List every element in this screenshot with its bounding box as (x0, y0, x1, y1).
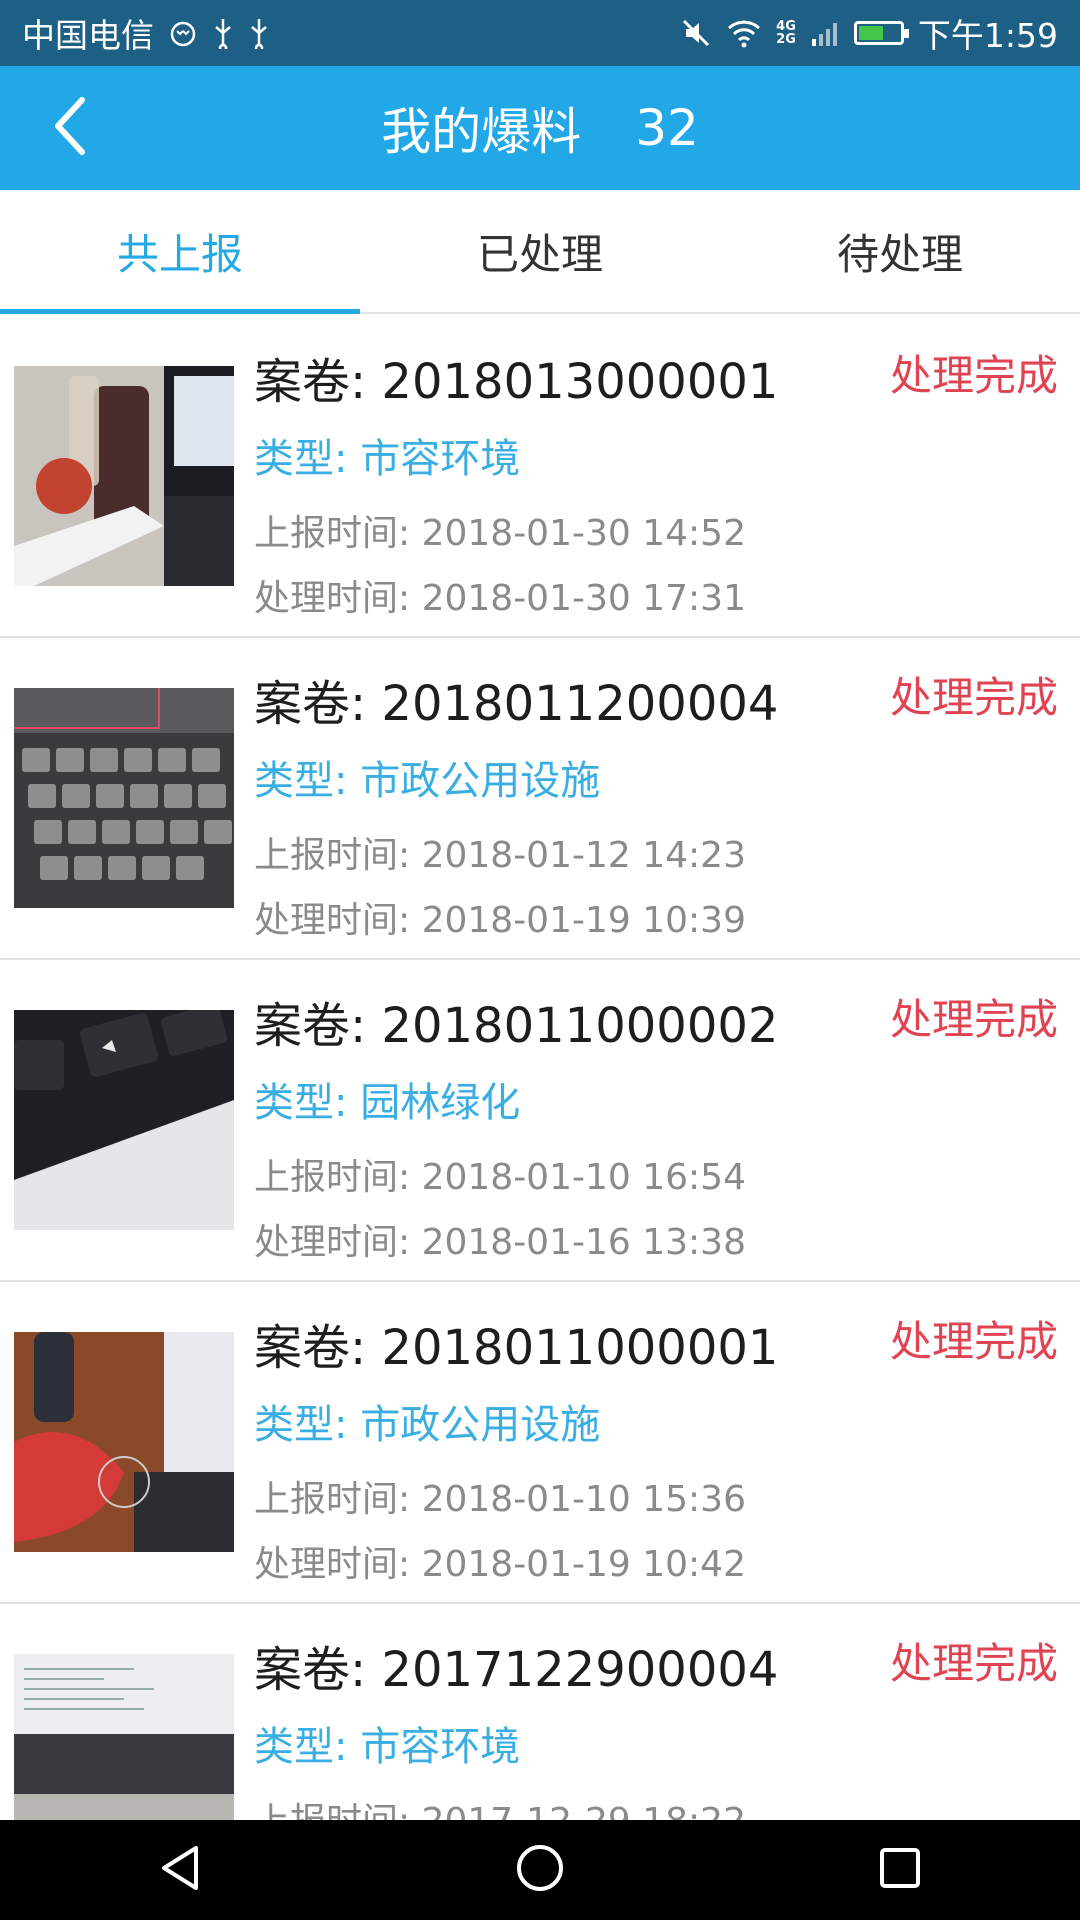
list-item[interactable]: 案卷: 2018011000002 处理完成 类型: 园林绿化 上报时间: 20… (0, 960, 1080, 1282)
report-photo[interactable] (14, 688, 234, 908)
processed-time: 处理时间: 2018-01-19 10:39 (254, 900, 746, 941)
tab-all-reported[interactable]: 共上报 (0, 190, 360, 314)
status-right: 4G 2G 下午1:59 (680, 9, 1058, 57)
mute-icon (680, 17, 712, 49)
battery-level-fill (858, 26, 883, 40)
battery-icon (853, 21, 909, 45)
tab-pending[interactable]: 待处理 (720, 190, 1080, 312)
status-bar: 中国电信 4G 2G 下午1:59 (0, 0, 1080, 66)
tab-label: 共上报 (116, 229, 243, 279)
nav-back-button[interactable] (120, 1820, 240, 1920)
cat-notification-icon (168, 18, 198, 48)
tab-processed[interactable]: 已处理 (360, 190, 720, 312)
network-type: 4G 2G (776, 20, 796, 46)
case-type: 类型: 市政公用设施 (254, 1402, 601, 1448)
report-photo[interactable] (14, 1332, 234, 1552)
status-badge: 处理完成 (889, 1317, 1058, 1366)
tab-bar: 共上报 已处理 待处理 (0, 190, 1080, 314)
report-count: 32 (635, 99, 699, 157)
case-number: 案卷: 2018011000002 (254, 998, 779, 1054)
network-2g-label: 2G (776, 32, 796, 47)
carrier-name: 中国电信 (22, 16, 154, 55)
wifi-icon (726, 18, 762, 48)
report-photo[interactable] (14, 1010, 234, 1230)
list-item[interactable]: 案卷: 2018013000001 处理完成 类型: 市容环境 上报时间: 20… (0, 316, 1080, 638)
back-triangle-icon (158, 1844, 202, 1896)
status-badge: 处理完成 (889, 995, 1058, 1044)
processed-time: 处理时间: 2018-01-16 13:38 (254, 1222, 746, 1263)
case-type: 类型: 市容环境 (254, 1724, 521, 1770)
page-title: 我的爆料 32 (0, 66, 1080, 190)
reported-time: 上报时间: 2018-01-12 14:23 (254, 835, 746, 876)
case-type: 类型: 市容环境 (254, 436, 521, 482)
home-circle-icon (515, 1843, 565, 1897)
signal-icon (810, 19, 840, 47)
status-badge: 处理完成 (889, 1639, 1058, 1688)
tab-label: 已处理 (476, 229, 603, 279)
page-title-text: 我的爆料 (381, 103, 582, 161)
report-photo[interactable] (14, 366, 234, 586)
reported-time: 上报时间: 2017-12-29 18:22 (254, 1792, 746, 1820)
status-badge: 处理完成 (889, 351, 1058, 400)
reported-time: 上报时间: 2018-01-10 15:36 (254, 1479, 746, 1520)
list-item[interactable]: 案卷: 2017122900004 处理完成 类型: 市容环境 上报时间: 20… (0, 1604, 1080, 1820)
case-number: 案卷: 2018013000001 (254, 354, 779, 410)
case-type: 类型: 市政公用设施 (254, 758, 601, 804)
case-number: 案卷: 2018011000001 (254, 1320, 779, 1376)
reported-time: 上报时间: 2018-01-30 14:52 (254, 513, 746, 554)
case-number: 案卷: 2018011200004 (254, 676, 779, 732)
nav-home-button[interactable] (480, 1820, 600, 1920)
case-number: 案卷: 2017122900004 (254, 1642, 779, 1698)
list-item[interactable]: 案卷: 2018011000001 处理完成 类型: 市政公用设施 上报时间: … (0, 1282, 1080, 1604)
title-bar: 我的爆料 32 (0, 66, 1080, 190)
system-nav-bar (0, 1820, 1080, 1920)
tab-label: 待处理 (836, 229, 963, 279)
clock: 下午1:59 (917, 16, 1058, 55)
processed-time: 处理时间: 2018-01-19 10:42 (254, 1544, 746, 1585)
status-badge: 处理完成 (889, 673, 1058, 722)
status-left: 中国电信 (22, 9, 270, 57)
case-type: 类型: 园林绿化 (254, 1080, 521, 1126)
processed-time: 处理时间: 2018-01-30 17:31 (254, 578, 746, 619)
recents-square-icon (878, 1846, 922, 1894)
reported-time: 上报时间: 2018-01-10 16:54 (254, 1157, 746, 1198)
usb-icon (212, 17, 234, 49)
report-photo[interactable] (14, 1654, 234, 1820)
report-list[interactable]: 案卷: 2018013000001 处理完成 类型: 市容环境 上报时间: 20… (0, 316, 1080, 1820)
usb-debug-icon (248, 17, 270, 49)
list-item[interactable]: 案卷: 2018011200004 处理完成 类型: 市政公用设施 上报时间: … (0, 638, 1080, 960)
nav-recents-button[interactable] (840, 1820, 960, 1920)
